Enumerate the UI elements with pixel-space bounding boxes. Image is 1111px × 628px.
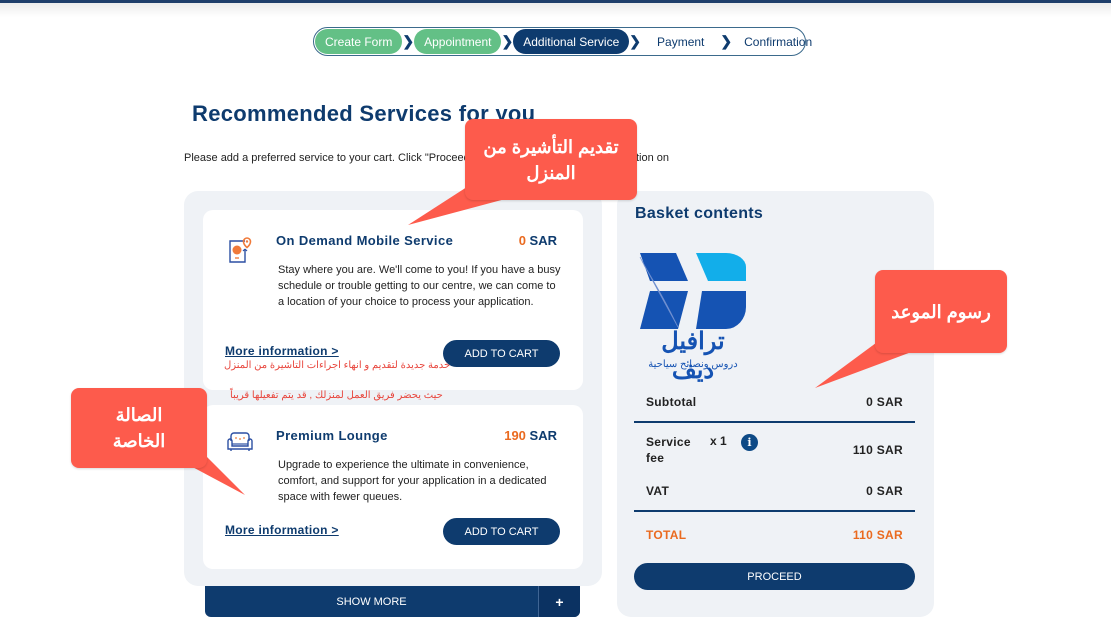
callout-appointment-fees: رسوم الموعد: [875, 270, 1007, 353]
callout-private-lounge: الصالة الخاصة: [71, 388, 207, 468]
callout-home-visa: تقديم التأشيرة من المنزل: [465, 119, 637, 200]
